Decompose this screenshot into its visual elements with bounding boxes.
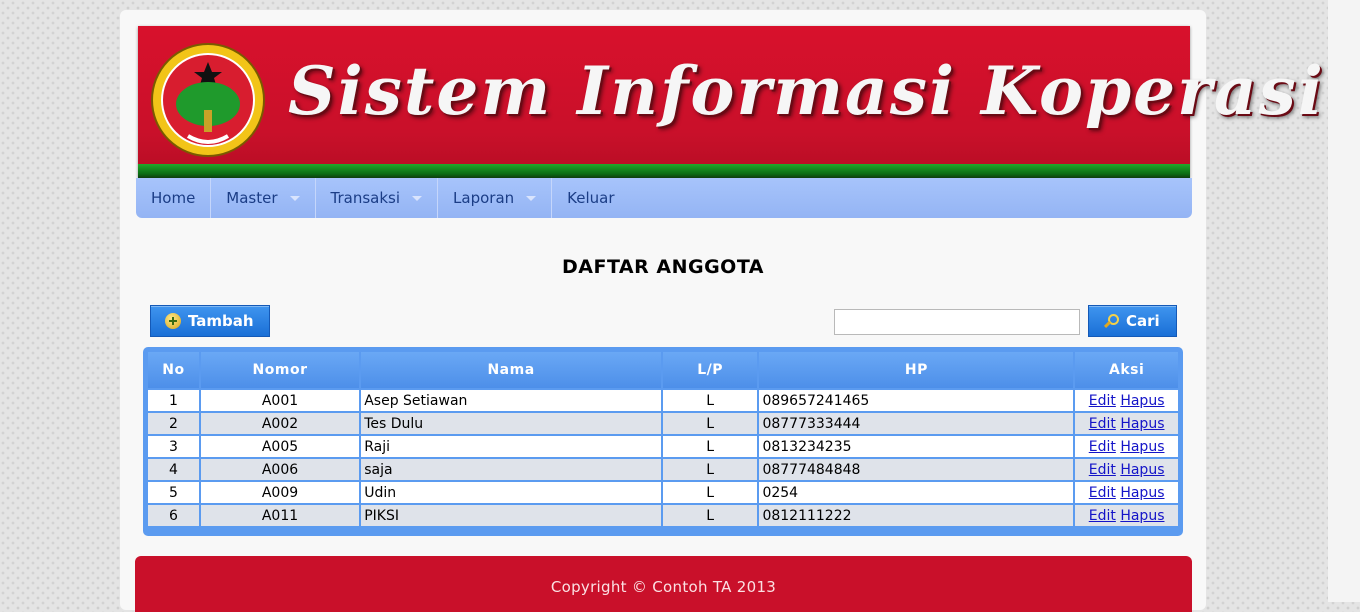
- cell-hp: 0812111222: [759, 505, 1074, 526]
- cell-aksi: Edit Hapus: [1075, 459, 1178, 480]
- nav-item-master[interactable]: Master: [211, 178, 316, 218]
- nav-item-laporan[interactable]: Laporan: [438, 178, 553, 218]
- cell-nomor: A011: [200, 505, 360, 526]
- edit-link[interactable]: Edit: [1089, 439, 1116, 455]
- magnifier-icon: [1103, 313, 1119, 329]
- cell-no: 5: [148, 482, 199, 503]
- plus-circle-icon: [165, 313, 181, 329]
- search-input[interactable]: [834, 309, 1080, 335]
- scrollbar-track[interactable]: [1328, 0, 1360, 602]
- cell-nama: saja: [361, 459, 661, 480]
- cell-lp: L: [662, 505, 758, 526]
- member-table: No Nomor Nama L/P HP Aksi 1 A001 Asep Se…: [143, 347, 1183, 536]
- cell-nama: Raji: [361, 436, 661, 457]
- delete-link[interactable]: Hapus: [1120, 462, 1164, 478]
- cell-no: 1: [148, 390, 199, 411]
- column-header-aksi: Aksi: [1075, 352, 1178, 388]
- edit-link[interactable]: Edit: [1089, 462, 1116, 478]
- column-header-nama: Nama: [361, 352, 661, 388]
- caret-down-icon: [526, 195, 537, 201]
- caret-down-icon: [289, 195, 300, 201]
- cell-nomor: A002: [200, 413, 360, 434]
- table-row: 3 A005 Raji L 0813234235 Edit Hapus: [148, 436, 1178, 457]
- cell-aksi: Edit Hapus: [1075, 390, 1178, 411]
- footer-copyright: Copyright © Contoh TA 2013: [550, 578, 777, 596]
- cell-hp: 08777333444: [759, 413, 1074, 434]
- page-container: Sistem Informasi Koperasi Home Master Tr…: [120, 10, 1323, 612]
- column-header-nomor: Nomor: [200, 352, 360, 388]
- cell-lp: L: [662, 482, 758, 503]
- cell-nama: Tes Dulu: [361, 413, 661, 434]
- cell-no: 4: [148, 459, 199, 480]
- column-header-lp: L/P: [662, 352, 758, 388]
- banner-title: Sistem Informasi Koperasi: [288, 52, 1325, 130]
- cell-aksi: Edit Hapus: [1075, 413, 1178, 434]
- cell-hp: 089657241465: [759, 390, 1074, 411]
- cell-nama: Udin: [361, 482, 661, 503]
- cell-aksi: Edit Hapus: [1075, 482, 1178, 503]
- edit-link[interactable]: Edit: [1089, 416, 1116, 432]
- nav-item-home[interactable]: Home: [136, 178, 212, 218]
- nav-item-label: Keluar: [567, 189, 615, 207]
- search-button-label: Cari: [1126, 312, 1160, 330]
- table-row: 1 A001 Asep Setiawan L 089657241465 Edit…: [148, 390, 1178, 411]
- cell-lp: L: [662, 436, 758, 457]
- table-row: 5 A009 Udin L 0254 Edit Hapus: [148, 482, 1178, 503]
- cell-nama: Asep Setiawan: [361, 390, 661, 411]
- main-nav: Home Master Transaksi Laporan Keluar: [136, 178, 1192, 218]
- add-member-button[interactable]: Tambah: [150, 305, 270, 337]
- column-header-hp: HP: [759, 352, 1074, 388]
- header-banner: Sistem Informasi Koperasi: [138, 26, 1323, 178]
- cell-nama: PIKSI: [361, 505, 661, 526]
- caret-down-icon: [412, 195, 423, 201]
- table-row: 6 A011 PIKSI L 0812111222 Edit Hapus: [148, 505, 1178, 526]
- cell-hp: 0254: [759, 482, 1074, 503]
- cell-aksi: Edit Hapus: [1075, 505, 1178, 526]
- cell-lp: L: [662, 390, 758, 411]
- cell-no: 3: [148, 436, 199, 457]
- edit-link[interactable]: Edit: [1089, 508, 1116, 524]
- cell-nomor: A001: [200, 390, 360, 411]
- cell-nomor: A005: [200, 436, 360, 457]
- nav-item-label: Master: [226, 189, 278, 207]
- koperasi-emblem-icon: [151, 43, 265, 157]
- delete-link[interactable]: Hapus: [1120, 439, 1164, 455]
- table-row: 2 A002 Tes Dulu L 08777333444 Edit Hapus: [148, 413, 1178, 434]
- nav-item-label: Laporan: [453, 189, 515, 207]
- cell-nomor: A009: [200, 482, 360, 503]
- page-title: DAFTAR ANGGOTA: [561, 256, 765, 278]
- cell-no: 6: [148, 505, 199, 526]
- delete-link[interactable]: Hapus: [1120, 393, 1164, 409]
- nav-item-keluar[interactable]: Keluar: [552, 178, 629, 218]
- nav-item-transaksi[interactable]: Transaksi: [316, 178, 439, 218]
- cell-lp: L: [662, 459, 758, 480]
- add-button-label: Tambah: [188, 312, 254, 330]
- delete-link[interactable]: Hapus: [1120, 416, 1164, 432]
- search-button[interactable]: Cari: [1088, 305, 1177, 337]
- table-row: 4 A006 saja L 08777484848 Edit Hapus: [148, 459, 1178, 480]
- delete-link[interactable]: Hapus: [1120, 485, 1164, 501]
- cell-no: 2: [148, 413, 199, 434]
- cell-nomor: A006: [200, 459, 360, 480]
- cell-hp: 08777484848: [759, 459, 1074, 480]
- table-header-row: No Nomor Nama L/P HP Aksi: [148, 352, 1178, 388]
- column-header-no: No: [148, 352, 199, 388]
- cell-lp: L: [662, 413, 758, 434]
- nav-item-label: Transaksi: [330, 189, 401, 207]
- page-footer: Copyright © Contoh TA 2013: [135, 556, 1192, 612]
- edit-link[interactable]: Edit: [1089, 393, 1116, 409]
- delete-link[interactable]: Hapus: [1120, 508, 1164, 524]
- cell-aksi: Edit Hapus: [1075, 436, 1178, 457]
- nav-item-label: Home: [151, 189, 196, 207]
- cell-hp: 0813234235: [759, 436, 1074, 457]
- banner-green-stripe: [138, 164, 1190, 178]
- edit-link[interactable]: Edit: [1089, 485, 1116, 501]
